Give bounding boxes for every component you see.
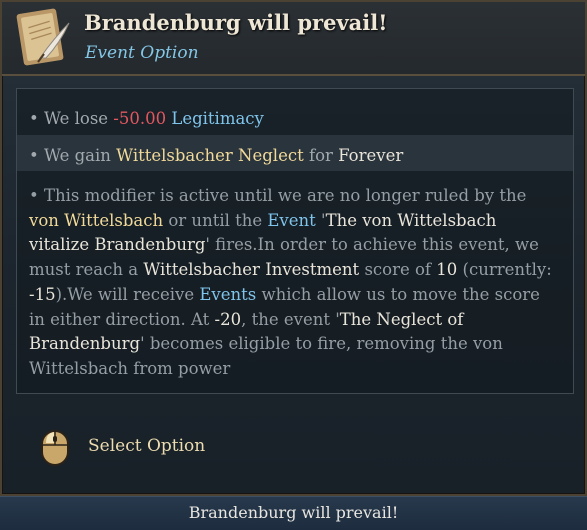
note-text: score of [359,260,437,280]
select-option-label[interactable]: Select Option [88,436,205,456]
event-option-tooltip: Brandenburg will prevail! Event Option •… [0,0,587,496]
legitimacy-link[interactable]: Legitimacy [171,109,264,128]
effect-text: for [303,146,339,165]
select-option-hint[interactable]: Select Option [38,426,288,470]
scroll-quill-icon [16,8,70,66]
note-text: ).We will receive [55,284,200,304]
modifier-explanation: • This modifier is active until we are n… [29,184,561,382]
effect-legitimacy: • We lose -50.00 Legitimacy [29,106,264,131]
legitimacy-amount: -50.00 [113,109,167,128]
effects-panel: • We lose -50.00 Legitimacy • We gain Wi… [16,88,574,394]
modifier-duration: Forever [338,146,404,165]
mouse-left-click-icon [41,430,69,466]
threshold-score: -20 [214,309,242,329]
investment-score-name: Wittelsbacher Investment [143,260,360,280]
option-subtitle: Event Option [85,43,199,63]
bullet: • [29,109,39,128]
effect-modifier: • We gain Wittelsbacher Neglect for Fore… [29,143,403,168]
dynasty-link[interactable]: von Wittelsbach [29,211,163,230]
events-link[interactable]: Events [199,285,256,304]
modifier-name[interactable]: Wittelsbacher Neglect [116,146,304,165]
effect-text: We lose [43,109,114,128]
note-text: This modifier is active until we are no … [43,186,527,205]
tooltip-header: Brandenburg will prevail! Event Option [2,2,585,76]
effect-text: We gain [43,146,117,165]
note-text: , the event ' [241,309,340,329]
bullet: • [29,186,39,205]
event-link[interactable]: Event [267,211,315,230]
option-title: Brandenburg will prevail! [84,10,388,35]
note-text: ' [315,210,326,230]
target-score: 10 [436,260,458,280]
option-button-bar[interactable]: Brandenburg will prevail! [0,496,587,530]
bullet: • [29,146,39,165]
current-score: -15 [29,284,56,304]
option-button-label[interactable]: Brandenburg will prevail! [0,503,587,522]
note-text: (currently: [457,260,552,280]
note-text: or until the [163,210,268,230]
